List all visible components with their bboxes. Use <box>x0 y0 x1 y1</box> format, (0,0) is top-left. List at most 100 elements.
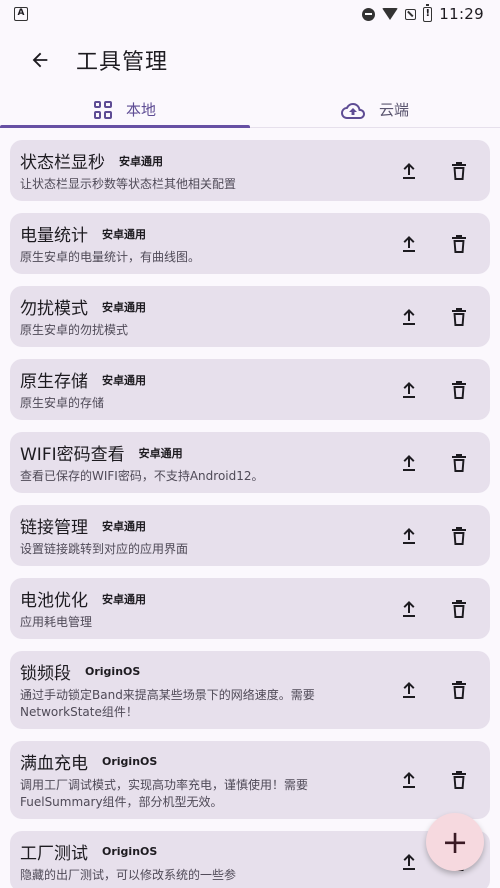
tool-actions <box>400 453 468 473</box>
tool-actions <box>400 599 468 619</box>
tool-title-row: 满血充电 OriginOS <box>20 749 380 774</box>
tool-card[interactable]: 原生存储 安卓通用 原生安卓的存储 <box>10 359 490 420</box>
back-button[interactable] <box>18 38 62 82</box>
tool-title: 电池优化 <box>20 591 88 611</box>
delete-button[interactable] <box>450 380 468 400</box>
tool-actions <box>400 680 468 700</box>
tool-desc: 调用工厂调试模式，实现高功率充电，谨慎使用！需要FuelSummary组件，部分… <box>20 778 309 809</box>
trash-icon <box>452 771 466 789</box>
tool-desc: 原生安卓的电量统计，有曲线图。 <box>20 250 201 264</box>
upload-button[interactable] <box>400 526 418 546</box>
page-title: 工具管理 <box>76 50 169 75</box>
tool-card[interactable]: 链接管理 安卓通用 设置链接跳转到对应的应用界面 <box>10 505 490 566</box>
upload-button[interactable] <box>400 234 418 254</box>
tool-tag: OriginOS <box>85 665 141 678</box>
trash-icon <box>452 307 466 326</box>
tool-tag: 安卓通用 <box>138 446 183 460</box>
do-not-disturb-icon <box>362 7 376 21</box>
tab-indicator <box>0 125 250 128</box>
tool-title-row: 链接管理 安卓通用 <box>20 513 380 538</box>
tool-card[interactable]: WIFI密码查看 安卓通用 查看已保存的WIFI密码，不支持Android12。 <box>10 432 490 493</box>
tool-desc: 设置链接跳转到对应的应用界面 <box>20 542 189 556</box>
tool-card[interactable]: 锁频段 OriginOS 通过手动锁定Band来提高某些场景下的网络速度。需要N… <box>10 651 490 729</box>
delete-button[interactable] <box>450 453 468 473</box>
grid-icon <box>93 100 112 119</box>
delete-button[interactable] <box>450 307 468 327</box>
delete-button[interactable] <box>450 680 468 700</box>
tool-title: 链接管理 <box>20 518 88 538</box>
app-notification-icon: A <box>14 7 28 21</box>
tool-card[interactable]: 状态栏显秒 安卓通用 让状态栏显示秒数等状态栏其他相关配置 <box>10 140 490 201</box>
tool-desc: 隐藏的出厂测试，可以修改系统的一些参 <box>20 868 237 882</box>
upload-icon <box>403 308 415 325</box>
status-left: A <box>14 7 28 21</box>
trash-icon <box>452 453 466 472</box>
upload-button[interactable] <box>400 307 418 327</box>
tool-actions <box>400 307 468 327</box>
tool-actions <box>400 161 468 181</box>
tool-tag: 安卓通用 <box>119 154 163 168</box>
tool-desc: 应用耗电管理 <box>20 615 93 629</box>
tab-local[interactable]: 本地 <box>0 92 250 127</box>
tool-title-row: WIFI密码查看 安卓通用 <box>20 440 380 465</box>
tool-title: 状态栏显秒 <box>20 153 105 173</box>
upload-button[interactable] <box>400 770 418 790</box>
tool-card[interactable]: 满血充电 OriginOS 调用工厂调试模式，实现高功率充电，谨慎使用！需要Fu… <box>10 741 490 819</box>
tool-desc: 让状态栏显示秒数等状态栏其他相关配置 <box>20 177 237 191</box>
tool-card[interactable]: 电池优化 安卓通用 应用耗电管理 <box>10 578 490 639</box>
delete-button[interactable] <box>450 234 468 254</box>
tool-tag: OriginOS <box>102 755 158 768</box>
tool-title: 锁频段 <box>20 664 71 684</box>
tool-tag: OriginOS <box>102 845 158 858</box>
tool-tag: 安卓通用 <box>102 373 146 387</box>
no-sim-icon <box>405 8 417 20</box>
tool-card[interactable]: 工厂测试 OriginOS 隐藏的出厂测试，可以修改系统的一些参 <box>10 831 490 888</box>
upload-icon <box>403 772 415 788</box>
delete-button[interactable] <box>450 599 468 619</box>
tool-title-row: 状态栏显秒 安卓通用 <box>20 148 380 173</box>
tool-desc: 原生安卓的勿扰模式 <box>20 323 129 337</box>
upload-button[interactable] <box>400 680 418 700</box>
delete-button[interactable] <box>450 161 468 181</box>
tab-cloud[interactable]: 云端 <box>250 92 500 127</box>
tool-title-row: 原生存储 安卓通用 <box>20 367 380 392</box>
upload-icon <box>403 162 415 179</box>
tool-title: 工厂测试 <box>20 844 88 864</box>
upload-icon <box>403 853 415 870</box>
delete-button[interactable] <box>450 526 468 546</box>
status-right: 11:29 <box>362 3 484 23</box>
tool-title-row: 勿扰模式 安卓通用 <box>20 294 380 319</box>
arrow-back-icon <box>32 52 48 68</box>
tool-card[interactable]: 电量统计 安卓通用 原生安卓的电量统计，有曲线图。 <box>10 213 490 274</box>
upload-button[interactable] <box>400 161 418 181</box>
tool-title-row: 工厂测试 OriginOS <box>20 839 380 864</box>
upload-button[interactable] <box>400 380 418 400</box>
tab-cloud-label: 云端 <box>378 101 409 119</box>
upload-button[interactable] <box>400 599 418 619</box>
tool-actions <box>400 234 468 254</box>
tab-bar: 本地 云端 <box>0 92 500 128</box>
upload-button[interactable] <box>400 852 418 872</box>
tool-desc: 原生安卓的存储 <box>20 396 105 410</box>
tool-tag: 安卓通用 <box>102 519 146 533</box>
tool-tag: 安卓通用 <box>102 592 146 606</box>
tool-card[interactable]: 勿扰模式 安卓通用 原生安卓的勿扰模式 <box>10 286 490 347</box>
tool-tag: 安卓通用 <box>102 227 146 241</box>
tool-actions <box>400 380 468 400</box>
upload-icon <box>403 454 415 471</box>
trash-icon <box>452 161 466 180</box>
delete-button[interactable] <box>450 770 468 790</box>
trash-icon <box>452 599 466 618</box>
tool-desc: 查看已保存的WIFI密码，不支持Android12。 <box>20 469 264 483</box>
tool-title: 电量统计 <box>20 226 88 246</box>
tool-title-row: 电量统计 安卓通用 <box>20 221 380 246</box>
tool-title: 勿扰模式 <box>20 299 88 319</box>
status-bar: A 11:29 <box>0 0 500 28</box>
add-tool-fab[interactable]: + <box>426 813 484 871</box>
wifi-icon <box>382 8 399 20</box>
upload-icon <box>403 235 415 252</box>
tool-list: 状态栏显秒 安卓通用 让状态栏显示秒数等状态栏其他相关配置 电量统计 安卓通用 … <box>0 128 500 888</box>
trash-icon <box>452 380 466 399</box>
upload-button[interactable] <box>400 453 418 473</box>
tool-actions <box>400 526 468 546</box>
